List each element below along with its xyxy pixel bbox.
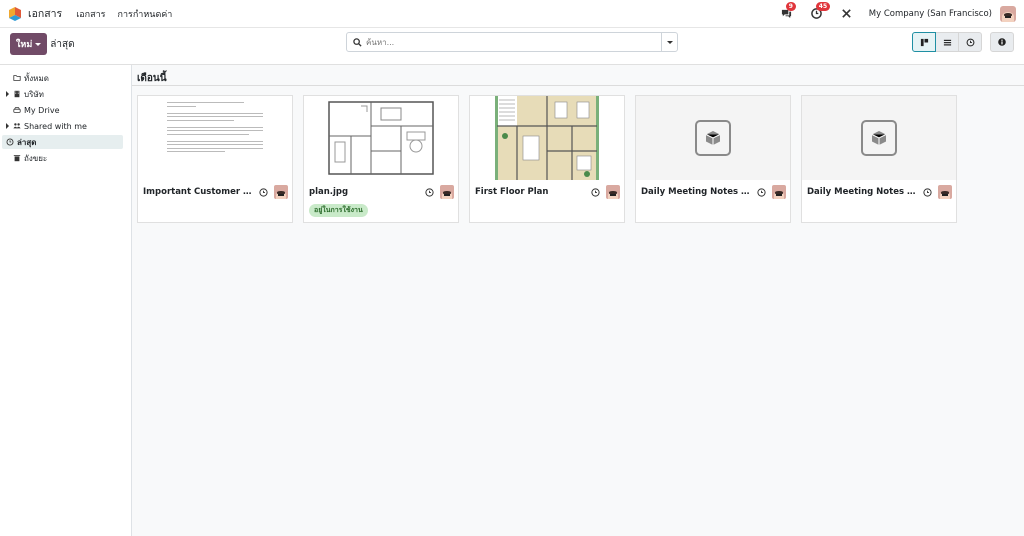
sidebar-item-shared[interactable]: Shared with me xyxy=(2,119,123,133)
clock-icon xyxy=(6,138,14,146)
document-thumbnail[interactable] xyxy=(304,96,458,180)
box-icon xyxy=(861,120,897,156)
document-name[interactable]: Daily Meeting Notes (to... xyxy=(807,187,919,197)
nav-menu-configuration[interactable]: การกำหนดค่า xyxy=(118,7,173,21)
caret-right-icon[interactable] xyxy=(6,123,9,129)
activities-button[interactable]: 45 xyxy=(809,1,831,22)
sidebar-item-label: My Drive xyxy=(24,105,60,115)
sidebar-item-trash[interactable]: ถังขยะ xyxy=(2,151,123,165)
document-card[interactable]: First Floor Plan xyxy=(469,95,625,223)
drive-icon xyxy=(13,107,21,113)
top-navbar: เอกสาร เอกสาร การกำหนดค่า 9 45 My Compan… xyxy=(0,0,1024,28)
activity-clock-icon[interactable] xyxy=(259,187,268,197)
sidebar-item-company[interactable]: บริษัท xyxy=(2,87,123,101)
kanban-icon xyxy=(920,38,928,46)
clock-icon xyxy=(966,38,974,46)
list-view-button[interactable] xyxy=(935,32,959,52)
document-card[interactable]: plan.jpg อยู่ในการใช้งาน xyxy=(303,95,459,223)
app-logo-icon[interactable] xyxy=(8,6,22,21)
document-thumbnail[interactable] xyxy=(636,96,790,180)
view-switcher xyxy=(912,32,982,52)
messages-count-badge: 9 xyxy=(785,1,796,11)
document-name[interactable]: plan.jpg xyxy=(309,187,421,197)
status-tag[interactable]: อยู่ในการใช้งาน xyxy=(309,204,368,217)
app-name[interactable]: เอกสาร xyxy=(28,5,62,22)
company-switcher[interactable]: My Company (San Francisco) xyxy=(869,9,992,19)
list-icon xyxy=(943,39,951,45)
document-card[interactable]: Daily Meeting Notes (to... xyxy=(801,95,957,223)
document-name[interactable]: First Floor Plan xyxy=(475,187,587,197)
owner-avatar[interactable] xyxy=(274,185,288,199)
sidebar-item-all[interactable]: ทั้งหมด xyxy=(2,71,123,85)
document-name[interactable]: Daily Meeting Notes (ye... xyxy=(641,187,753,197)
folder-icon xyxy=(13,75,21,81)
document-thumbnail[interactable] xyxy=(138,96,292,180)
kanban-content: เดือนนี้ Important Customer Le... plan.j… xyxy=(132,65,1024,536)
new-button-label: ใหม่ xyxy=(16,40,33,50)
caret-down-icon xyxy=(35,42,42,46)
document-thumbnail[interactable] xyxy=(802,96,956,180)
document-name[interactable]: Important Customer Le... xyxy=(143,187,255,197)
search-bar[interactable] xyxy=(346,32,678,52)
sidebar-item-label: ทั้งหมด xyxy=(24,73,49,83)
users-icon xyxy=(13,123,21,129)
activity-view-button[interactable] xyxy=(958,32,982,52)
owner-avatar[interactable] xyxy=(440,185,454,199)
user-avatar[interactable] xyxy=(1000,5,1016,22)
activity-clock-icon[interactable] xyxy=(923,187,932,197)
caret-down-icon xyxy=(666,40,673,44)
sidebar-item-my-drive[interactable]: My Drive xyxy=(2,103,123,117)
caret-right-icon[interactable] xyxy=(6,91,9,97)
main-area: ทั้งหมด บริษัท My Drive Shared with me ล… xyxy=(0,64,1024,536)
sidebar-item-label: Shared with me xyxy=(24,121,87,131)
document-card[interactable]: Important Customer Le... xyxy=(137,95,293,223)
floor-plan-image xyxy=(321,96,441,180)
search-input[interactable] xyxy=(366,37,661,47)
activity-clock-icon[interactable] xyxy=(425,187,434,197)
owner-avatar[interactable] xyxy=(772,185,786,199)
folder-sidebar: ทั้งหมด บริษัท My Drive Shared with me ล… xyxy=(0,65,132,536)
sidebar-item-recent[interactable]: ล่าสุด xyxy=(2,135,123,149)
group-header: เดือนนี้ xyxy=(132,65,1024,86)
card-list: Important Customer Le... plan.jpg อยู่ใน… xyxy=(137,95,957,223)
sidebar-item-label: ถังขยะ xyxy=(24,153,48,163)
trash-icon xyxy=(13,155,21,162)
search-icon xyxy=(353,37,362,47)
messages-button[interactable]: 9 xyxy=(779,1,796,22)
floor-plan-image xyxy=(487,96,607,180)
sidebar-item-label: ล่าสุด xyxy=(17,137,37,147)
new-button[interactable]: ใหม่ xyxy=(10,33,48,55)
details-panel-button[interactable] xyxy=(990,32,1014,52)
nav-menu-documents[interactable]: เอกสาร xyxy=(76,7,105,21)
activities-count-badge: 45 xyxy=(815,1,831,11)
owner-avatar[interactable] xyxy=(606,185,620,199)
document-thumbnail[interactable] xyxy=(470,96,624,180)
tools-icon xyxy=(842,9,852,18)
sidebar-item-label: บริษัท xyxy=(24,89,44,99)
info-icon xyxy=(998,38,1006,46)
document-card[interactable]: Daily Meeting Notes (ye... xyxy=(635,95,791,223)
tools-button[interactable] xyxy=(839,6,855,22)
breadcrumb: ล่าสุด xyxy=(50,38,75,50)
control-panel: ใหม่ ล่าสุด xyxy=(0,28,1024,60)
kanban-view-button[interactable] xyxy=(912,32,936,52)
activity-clock-icon[interactable] xyxy=(591,187,600,197)
owner-avatar[interactable] xyxy=(938,185,952,199)
building-icon xyxy=(14,90,20,98)
search-options-toggle[interactable] xyxy=(661,33,677,51)
activity-clock-icon[interactable] xyxy=(757,187,766,197)
box-icon xyxy=(695,120,731,156)
